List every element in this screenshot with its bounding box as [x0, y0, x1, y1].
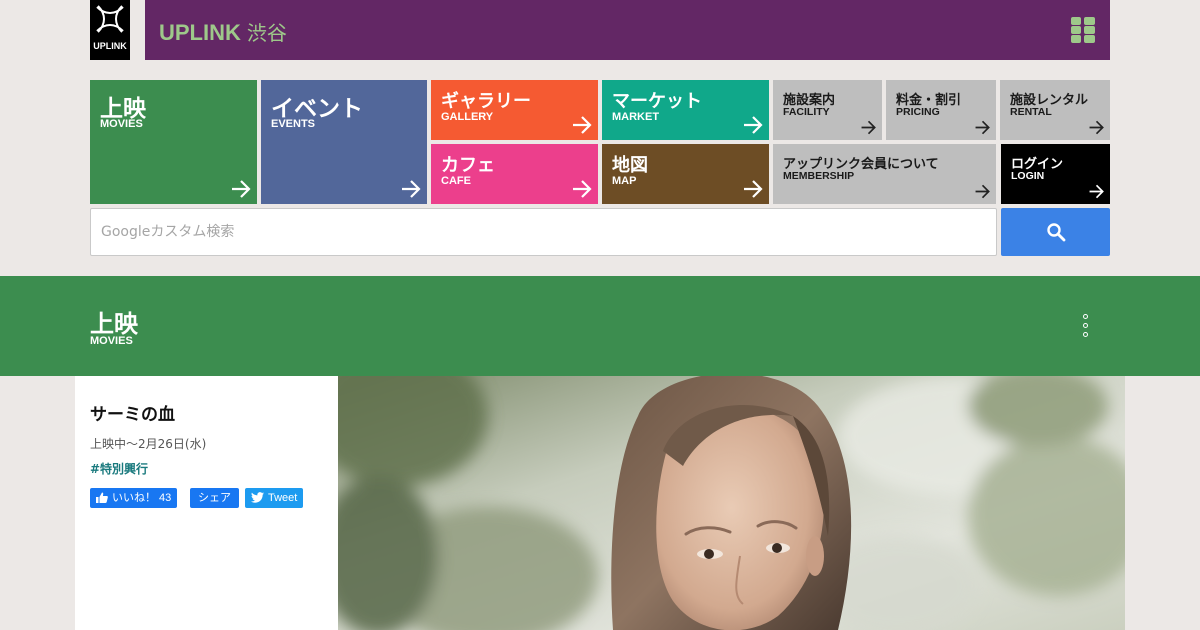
- film-card: サーミの血 上映中～2月26日(水) #特別興行 いいね！ 43 シェア Twe…: [75, 376, 338, 630]
- thumbs-up-icon: [96, 492, 108, 503]
- tweet-label: Tweet: [268, 492, 298, 504]
- arrow-right-icon: [975, 120, 990, 135]
- arrow-right-icon: [744, 116, 763, 134]
- nav-gallery-label: ギャラリー: [441, 91, 531, 112]
- arrow-right-icon: [744, 180, 763, 198]
- brand-name: UPLINK: [159, 20, 241, 45]
- nav-events-sublabel: EVENTS: [271, 118, 316, 130]
- arrow-right-icon: [1089, 120, 1104, 135]
- arrow-right-icon: [232, 180, 251, 198]
- section-subtitle: MOVIES: [90, 335, 133, 347]
- nav-movies-sublabel: MOVIES: [100, 118, 143, 130]
- facebook-share-button[interactable]: シェア: [190, 488, 239, 508]
- brand-location: 渋谷: [246, 23, 287, 45]
- arrow-right-icon: [573, 180, 592, 198]
- nav-gallery-sublabel: GALLERY: [441, 111, 494, 123]
- nav-login-sublabel: LOGIN: [1011, 170, 1045, 182]
- film-title[interactable]: サーミの血: [90, 400, 175, 425]
- nav-pricing-sublabel: PRICING: [896, 106, 940, 118]
- nav-login[interactable]: ログイン LOGIN: [1001, 144, 1110, 204]
- nav-membership-sublabel: MEMBERSHIP: [783, 170, 855, 182]
- nav-cafe-label: カフェ: [441, 155, 495, 176]
- share-label: シェア: [198, 492, 231, 504]
- brand-bar: UPLINK 渋谷: [145, 0, 1110, 60]
- logo-text: UPLINK: [93, 41, 127, 51]
- search-icon: [1047, 223, 1066, 242]
- nav-rental[interactable]: 施設レンタル RENTAL: [1000, 80, 1110, 140]
- nav-market-label: マーケット: [612, 91, 702, 112]
- x-logo-icon: [96, 5, 124, 33]
- nav-map-label: 地図: [612, 155, 648, 176]
- search-button[interactable]: [1001, 208, 1110, 256]
- nav-pricing[interactable]: 料金・割引 PRICING: [886, 80, 996, 140]
- nav-cafe[interactable]: カフェ CAFE: [431, 144, 598, 204]
- film-still-illustration: [338, 376, 1125, 630]
- nav-events[interactable]: イベント EVENTS: [261, 80, 427, 204]
- nav-map[interactable]: 地図 MAP: [602, 144, 769, 204]
- film-dates: 上映中～2月26日(水): [90, 437, 207, 451]
- twitter-bird-icon: [251, 491, 264, 503]
- uplink-logo[interactable]: UPLINK: [90, 0, 130, 60]
- arrow-right-icon: [975, 184, 990, 199]
- nav-rental-sublabel: RENTAL: [1010, 106, 1052, 118]
- search-input[interactable]: [90, 208, 997, 256]
- nav-market[interactable]: マーケット MARKET: [602, 80, 769, 140]
- nav-market-sublabel: MARKET: [612, 111, 660, 123]
- nav-cafe-sublabel: CAFE: [441, 175, 471, 187]
- site-brand[interactable]: UPLINK 渋谷: [159, 17, 287, 46]
- arrow-right-icon: [573, 116, 592, 134]
- film-still-image[interactable]: [338, 376, 1125, 630]
- arrow-right-icon: [402, 180, 421, 198]
- tweet-button[interactable]: Tweet: [245, 488, 304, 508]
- arrow-right-icon: [1089, 184, 1104, 199]
- like-label: いいね！ 43: [112, 492, 172, 504]
- nav-membership[interactable]: アップリンク会員について MEMBERSHIP: [773, 144, 996, 204]
- grid-menu-button[interactable]: [1071, 17, 1095, 43]
- nav-facility[interactable]: 施設案内 FACILITY: [773, 80, 882, 140]
- grid-icon: [1071, 17, 1081, 25]
- nav-movies[interactable]: 上映 MOVIES: [90, 80, 257, 204]
- nav-map-sublabel: MAP: [612, 175, 637, 187]
- film-tag-link[interactable]: #特別興行: [90, 460, 148, 477]
- nav-facility-sublabel: FACILITY: [783, 106, 830, 118]
- section-header: 上映 MOVIES: [0, 276, 1200, 376]
- nav-gallery[interactable]: ギャラリー GALLERY: [431, 80, 598, 140]
- kebab-menu-icon: [1083, 314, 1088, 319]
- kebab-menu-button[interactable]: [1079, 314, 1093, 340]
- facebook-like-button[interactable]: いいね！ 43: [90, 488, 178, 508]
- section-title: 上映: [90, 310, 138, 338]
- arrow-right-icon: [861, 120, 876, 135]
